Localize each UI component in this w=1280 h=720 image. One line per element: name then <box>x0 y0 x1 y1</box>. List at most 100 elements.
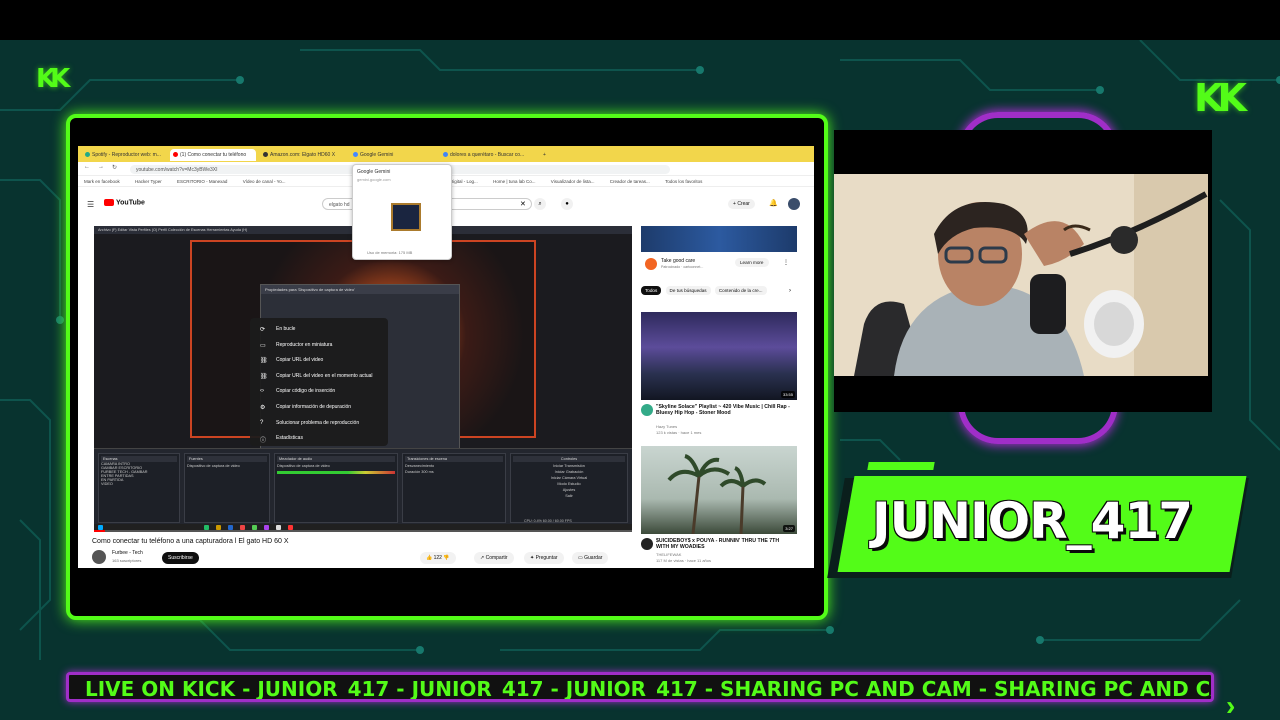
scene-item[interactable]: VIDEO <box>101 482 177 486</box>
mixer-channel: Dispositivo de captura de video <box>277 464 330 468</box>
youtube-logo[interactable]: YouTube <box>104 199 145 206</box>
ask-button[interactable]: ✦ Preguntar <box>524 552 564 564</box>
webcam-feed <box>834 174 1208 376</box>
chip-creator-content[interactable]: Contenido de la cre... <box>714 286 767 295</box>
virtual-camera-button[interactable]: Iniciar Cámara Virtual <box>513 476 625 480</box>
chevron-right-icon[interactable]: › <box>789 288 791 294</box>
streamer-image <box>834 174 1208 376</box>
memory-usage: Uso de memoria: 175 MB <box>367 250 413 255</box>
video-progress-bar[interactable] <box>94 530 632 532</box>
clear-search-icon[interactable]: ✕ <box>520 200 526 208</box>
notifications-bell-icon[interactable]: 🔔 <box>769 199 778 207</box>
context-menu-item[interactable]: ⛓ Copiar URL del video en el momento actu… <box>250 369 388 385</box>
learn-more-button[interactable]: Learn more <box>735 258 769 267</box>
embed-icon: ‹› <box>260 388 264 395</box>
browser-tab[interactable]: Spotify - Reproductor web: m... <box>82 149 166 161</box>
bookmark[interactable]: ESCRITORIO - Manexad <box>177 179 227 184</box>
search-icon[interactable]: ⌕ <box>534 198 546 210</box>
youtube-play-icon <box>104 199 114 206</box>
rec-channel[interactable]: Hazy Tunes <box>656 424 677 429</box>
settings-button[interactable]: Ajustes <box>513 488 625 492</box>
exit-button[interactable]: Salir <box>513 494 625 498</box>
channel-name[interactable]: Furbee - Tech <box>112 550 143 556</box>
new-tab-button[interactable]: + <box>540 149 552 161</box>
bookmark[interactable]: Mark en facebook <box>84 179 120 184</box>
share-button[interactable]: ↗ Compartir <box>474 552 514 564</box>
source-item[interactable]: Dispositivo de captura de video <box>187 464 267 468</box>
tab-label: dolores a querétaro - Buscar co... <box>450 152 525 158</box>
rec-channel[interactable]: THELIFEWAK <box>656 552 681 557</box>
info-icon: ⓘ <box>260 438 267 445</box>
channel-avatar[interactable] <box>641 538 653 550</box>
bookmark[interactable]: Creador de tareas... <box>610 179 650 184</box>
context-menu-item[interactable]: ‹› Copiar código de inserción <box>250 384 388 400</box>
streamer-name: JUNIOR_417 <box>872 492 1193 550</box>
bookmark[interactable]: Vídeo de canal - Yo... <box>243 179 286 184</box>
tab-label: Amazon.com: Elgato HD60 X <box>270 152 336 158</box>
bookmark[interactable]: Home | tuna lab Co... <box>493 179 535 184</box>
microphone-icon[interactable]: ● <box>561 198 573 210</box>
context-menu-item[interactable]: ⚙ Copiar información de depuración <box>250 400 388 416</box>
obs-scenes-dock: Escenas CAMARA INTRO GAMBAR ESCRITORIO F… <box>98 453 180 523</box>
like-button[interactable]: 👍 122 👎 <box>420 552 456 564</box>
debug-icon: ⚙ <box>260 404 266 411</box>
studio-mode-button[interactable]: Modo Estudio <box>513 482 625 486</box>
rec-title[interactable]: $UICIDEBOY$ x POUYA - RUNNIN' THRU THE 7… <box>656 538 792 551</box>
chip-all[interactable]: Todos <box>641 286 662 295</box>
google-icon <box>443 152 448 157</box>
channel-avatar[interactable] <box>92 550 106 564</box>
bookmark[interactable]: Todos los favoritos <box>665 179 702 184</box>
create-label: Crear <box>737 201 750 207</box>
save-button[interactable]: ▭ Guardar <box>572 552 609 564</box>
context-menu-label: Solucionar problema de reproducción <box>276 419 360 426</box>
create-button[interactable]: + Crear <box>728 199 755 209</box>
browser-tab[interactable]: Google Gemini <box>350 149 436 161</box>
video-duration: 33:55 <box>780 391 795 398</box>
reload-icon[interactable]: ↻ <box>112 164 117 171</box>
chip-from-searches[interactable]: De tus búsquedas <box>665 286 711 295</box>
avatar[interactable] <box>788 198 800 210</box>
start-stream-button[interactable]: Iniciar Transmisión <box>513 464 625 468</box>
context-menu-item[interactable]: ? Solucionar problema de reproducción <box>250 416 388 432</box>
rec-title[interactable]: "Skyline Solace" Playlist ~ 420 Vibe Mus… <box>656 404 792 417</box>
rec-thumbnail[interactable]: 3:27 <box>641 446 797 534</box>
ad-banner[interactable] <box>641 226 797 252</box>
browser-tab[interactable]: Amazon.com: Elgato HD60 X <box>260 149 346 161</box>
transition-select[interactable]: Desvanecimiento <box>405 464 503 468</box>
context-menu-label: Copiar URL del video en el momento actua… <box>276 372 373 379</box>
youtube-icon <box>173 152 178 157</box>
hamburger-menu-icon[interactable]: ☰ <box>87 200 94 209</box>
transition-duration[interactable]: Duración 300 ms <box>405 470 503 474</box>
more-options-icon[interactable]: ⋮ <box>783 259 789 266</box>
spotify-icon <box>85 152 90 157</box>
back-icon[interactable]: ← <box>84 164 90 170</box>
tab-label: Google Gemini <box>360 152 394 158</box>
browser-window: Spotify - Reproductor web: m... (1) Como… <box>78 146 814 568</box>
subscribe-button[interactable]: Suscribirse <box>162 552 199 564</box>
loop-icon: ⟳ <box>260 327 266 333</box>
link-icon: ⛓ <box>260 358 268 365</box>
kick-logo-icon: KK <box>36 64 70 94</box>
video-player[interactable]: Archivo (F) Editar Vista Perfiles (O) Pe… <box>94 226 632 532</box>
bookmark[interactable]: Visualizador de lista... <box>551 179 595 184</box>
start-recording-button[interactable]: Iniciar Grabación <box>513 470 625 474</box>
context-menu-item[interactable]: ⛓ Copiar URL del video <box>250 353 388 369</box>
context-menu-item[interactable]: ▭ Reproductor en miniatura <box>250 338 388 354</box>
tab-label: (1) Como conectar tu teléfono <box>180 152 247 158</box>
stream-overlay: KK KK Spotify - Reproductor web: m... (1… <box>0 0 1280 720</box>
channel-avatar[interactable] <box>641 404 653 416</box>
channel-subscribers: 163 suscriptores <box>112 558 142 563</box>
like-count: 122 <box>433 555 442 561</box>
browser-tab[interactable]: dolores a querétaro - Buscar co... <box>440 149 528 161</box>
forward-icon[interactable]: → <box>98 164 104 170</box>
browser-tab-active[interactable]: (1) Como conectar tu teléfono <box>170 149 256 161</box>
context-menu-item[interactable]: ⓘ Estadísticas <box>250 431 388 447</box>
context-menu-item[interactable]: ⟳ En bucle <box>250 322 388 338</box>
thumbs-down-icon[interactable]: 👎 <box>443 555 449 561</box>
bookmark[interactable]: Hacker Typer <box>135 179 162 184</box>
obs-status: CPU: 0.4% 60.00 / 60.00 FPS <box>524 519 572 523</box>
obs-dialog-title: Propiedades para 'Dispositivo de captura… <box>261 285 459 294</box>
rec-thumbnail[interactable]: 33:55 <box>641 312 797 400</box>
thumbs-up-icon: 👍 <box>426 555 434 561</box>
ask-label: Preguntar <box>535 555 558 561</box>
